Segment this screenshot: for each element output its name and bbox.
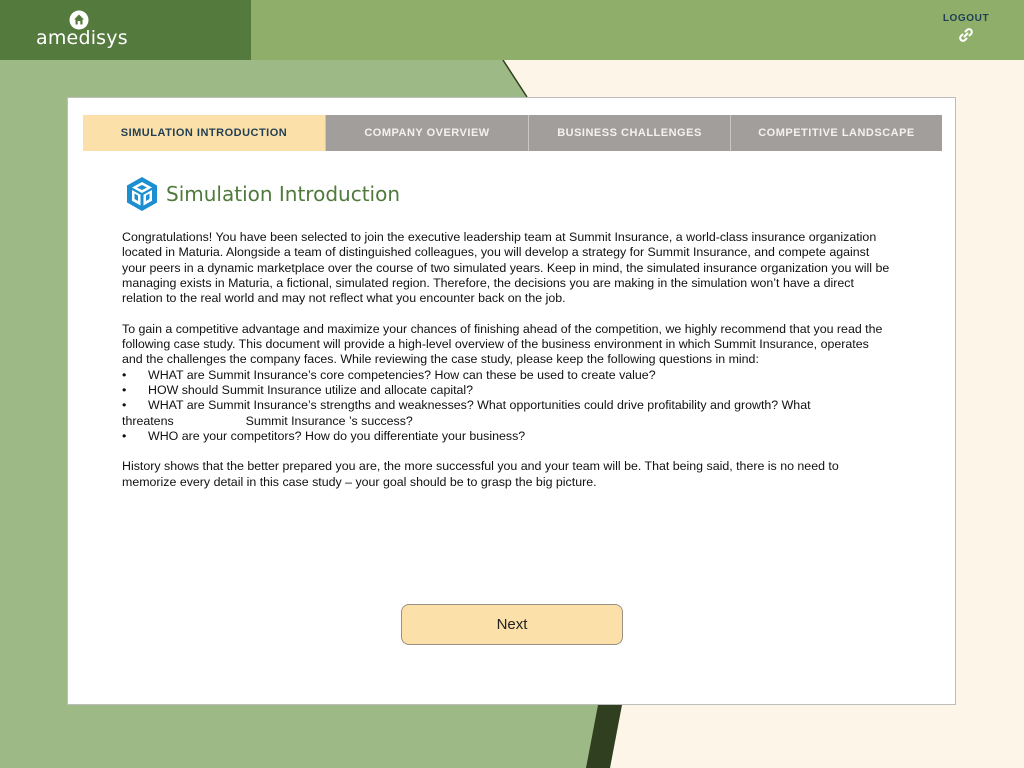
list-item: • HOW should Summit Insurance utilize an… (122, 383, 892, 398)
list-item: • WHAT are Summit Insurance’s core compe… (122, 368, 892, 383)
bullet-text: Summit Insurance ’s success? (245, 413, 413, 428)
bullet-text: HOW should Summit Insurance utilize and … (148, 382, 474, 397)
intro-paragraph-3: History shows that the better prepared y… (122, 459, 839, 489)
bullet-symbol: • (122, 367, 127, 382)
tab-competitive-landscape[interactable]: COMPETITIVE LANDSCAPE (730, 115, 942, 151)
intro-content: Congratulations! You have been selected … (122, 230, 892, 490)
list-item: • WHO are your competitors? How do you d… (122, 429, 892, 444)
bullet-text: WHAT are Summit Insurance’s core compete… (148, 367, 656, 382)
page-title-row: Simulation Introduction (125, 176, 400, 212)
bullet-continuation: threatens Summit Insurance ’s success? (122, 414, 892, 429)
bullet-symbol: • (122, 428, 127, 443)
cube-icon (127, 177, 157, 211)
bullet-symbol: • (122, 382, 127, 397)
brand-name: amedisys (36, 27, 128, 49)
intro-paragraph-1: Congratulations! You have been selected … (122, 230, 890, 306)
tab-bar: SIMULATION INTRODUCTION COMPANY OVERVIEW… (83, 115, 942, 151)
bullet-text: WHO are your competitors? How do you dif… (148, 428, 526, 443)
intro-paragraph-2: To gain a competitive advantage and maxi… (122, 321, 883, 367)
logout-label: LOGOUT (942, 13, 990, 24)
bullet-symbol: • (122, 398, 127, 413)
tab-business-challenges[interactable]: BUSINESS CHALLENGES (528, 115, 730, 151)
tab-company-overview[interactable]: COMPANY OVERVIEW (325, 115, 528, 151)
link-icon (959, 28, 973, 42)
brand-logo[interactable]: amedisys (0, 0, 251, 60)
next-button[interactable]: Next (401, 604, 623, 645)
logout-button[interactable]: LOGOUT (938, 13, 994, 48)
main-card: SIMULATION INTRODUCTION COMPANY OVERVIEW… (67, 97, 956, 705)
bullet-text: threatens (122, 413, 174, 428)
bullet-text: WHAT are Summit Insurance’s strengths an… (148, 398, 811, 413)
tab-simulation-introduction[interactable]: SIMULATION INTRODUCTION (83, 115, 325, 151)
list-item: • WHAT are Summit Insurance’s strengths … (122, 398, 892, 413)
app-header: amedisys LOGOUT (0, 0, 1024, 60)
page-title: Simulation Introduction (166, 182, 401, 206)
